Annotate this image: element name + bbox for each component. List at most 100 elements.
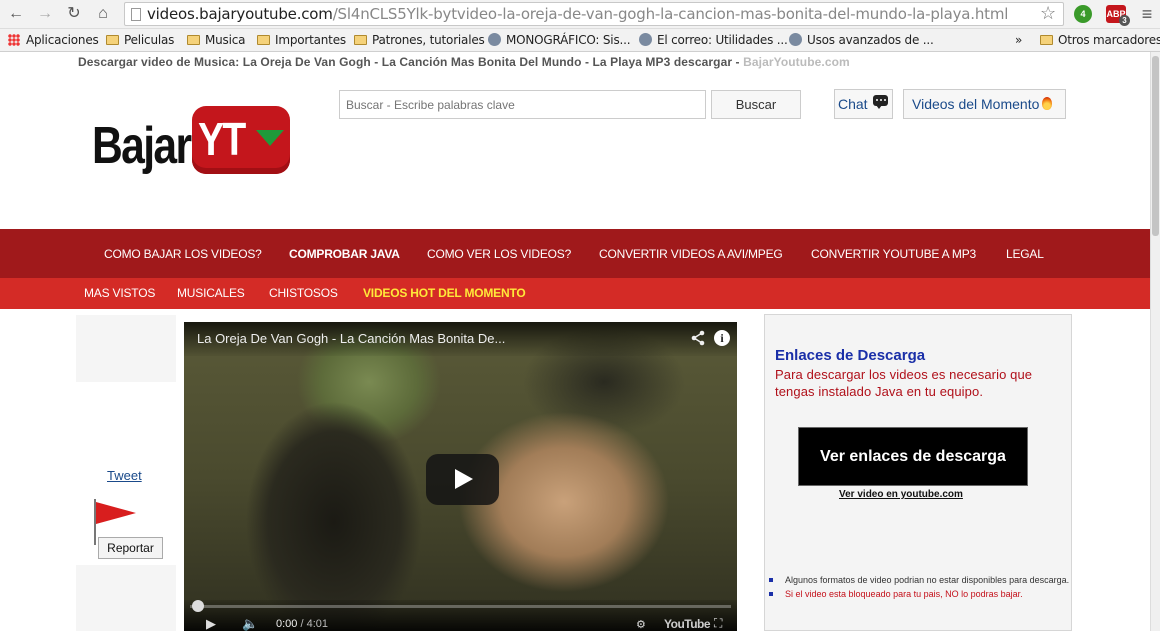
apps-icon bbox=[8, 34, 20, 46]
scroll-thumb[interactable] bbox=[1152, 56, 1159, 236]
download-description: Para descargar los videos es necesario q… bbox=[775, 367, 1033, 399]
search-input[interactable] bbox=[339, 90, 706, 119]
videos-momento-button[interactable]: Videos del Momento bbox=[903, 89, 1066, 119]
nav-convertir-avi[interactable]: CONVERTIR VIDEOS A AVI/MPEG bbox=[599, 247, 783, 261]
download-title: Enlaces de Descarga bbox=[775, 347, 926, 364]
logo-badge: YT bbox=[192, 106, 290, 174]
bookmark-correo[interactable]: El correo: Utilidades ... bbox=[639, 33, 788, 47]
bookmark-importantes[interactable]: Importantes bbox=[257, 33, 346, 47]
folder-icon bbox=[354, 35, 367, 45]
bookmark-star-icon[interactable]: ☆ bbox=[1040, 3, 1056, 24]
youtube-logo[interactable]: YouTube bbox=[664, 617, 711, 631]
progress-bar[interactable] bbox=[190, 600, 731, 612]
flag-pole bbox=[94, 499, 96, 545]
bookmark-otros[interactable]: Otros marcadores bbox=[1040, 33, 1160, 47]
nav-mas-vistos[interactable]: MAS VISTOS bbox=[84, 286, 155, 300]
headline-text: Descargar video de Musica: La Oreja De V… bbox=[78, 55, 740, 69]
nav-como-ver[interactable]: COMO VER LOS VIDEOS? bbox=[427, 247, 571, 261]
download-notes: Algunos formatos de video podrian no est… bbox=[769, 573, 1075, 601]
bookmark-label: MONOGRÁFICO: Sis... bbox=[506, 33, 631, 47]
note-text: Algunos formatos de video podrian no est… bbox=[785, 575, 1070, 585]
bookmark-label: Importantes bbox=[275, 33, 346, 47]
info-icon[interactable]: i bbox=[714, 330, 730, 346]
page-scrollbar[interactable] bbox=[1150, 52, 1160, 631]
browser-toolbar: ← → ↻ ⌂ videos.bajaryoutube.com/Sl4nCLS5… bbox=[0, 0, 1160, 29]
nav-convertir-mp3[interactable]: CONVERTIR YOUTUBE A MP3 bbox=[811, 247, 976, 261]
bookmark-label: Patrones, tutoriales bbox=[372, 33, 485, 47]
page-headline: Descargar video de Musica: La Oreja De V… bbox=[78, 55, 850, 69]
scrubber-handle[interactable] bbox=[192, 600, 204, 612]
current-time: 0:00 bbox=[276, 618, 298, 630]
address-bar[interactable]: videos.bajaryoutube.com/Sl4nCLS5Ylk-bytv… bbox=[124, 2, 1064, 26]
download-arrow-icon bbox=[256, 130, 284, 146]
nav-musicales[interactable]: MUSICALES bbox=[177, 286, 245, 300]
adblock-count: 3 bbox=[1122, 16, 1127, 25]
bullet-icon bbox=[769, 578, 773, 582]
extension-badge: 4 bbox=[1080, 9, 1086, 19]
duration: / 4:01 bbox=[300, 618, 329, 630]
bookmarks-bar: Aplicaciones Peliculas Musica Importante… bbox=[0, 29, 1160, 52]
nav-comprobar-java[interactable]: COMPROBAR JAVA bbox=[289, 247, 400, 261]
bookmark-usos[interactable]: Usos avanzados de ... bbox=[789, 33, 934, 47]
globe-icon bbox=[488, 33, 501, 46]
nav-legal[interactable]: LEGAL bbox=[1006, 247, 1044, 261]
globe-icon bbox=[789, 33, 802, 46]
folder-icon bbox=[257, 35, 270, 45]
logo-text: Bajar bbox=[92, 117, 192, 175]
folder-icon bbox=[187, 35, 200, 45]
search-button[interactable]: Buscar bbox=[711, 90, 801, 119]
url-host: videos.bajaryoutube.com bbox=[147, 5, 333, 23]
note-formats: Algunos formatos de video podrian no est… bbox=[769, 573, 1075, 587]
globe-icon bbox=[639, 33, 652, 46]
tweet-link[interactable]: Tweet bbox=[107, 468, 142, 483]
page-icon bbox=[131, 8, 141, 21]
volume-icon[interactable]: 🔈 bbox=[242, 616, 258, 631]
nav-como-bajar[interactable]: COMO BAJAR LOS VIDEOS? bbox=[104, 247, 262, 261]
settings-icon[interactable]: ⚙ bbox=[636, 618, 646, 631]
download-links-button[interactable]: Ver enlaces de descarga bbox=[798, 427, 1028, 486]
time-display: 0:00 / 4:01 bbox=[276, 618, 328, 630]
chat-bubble-icon bbox=[873, 95, 888, 109]
menu-icon[interactable]: ≡ bbox=[1136, 3, 1158, 25]
bookmark-apps[interactable]: Aplicaciones bbox=[8, 33, 99, 47]
reload-icon[interactable]: ↻ bbox=[63, 3, 85, 25]
bookmark-label: El correo: Utilidades ... bbox=[657, 33, 788, 47]
bookmark-monografico[interactable]: MONOGRÁFICO: Sis... bbox=[488, 33, 631, 47]
chat-label: Chat bbox=[838, 96, 868, 112]
chat-button[interactable]: Chat bbox=[834, 89, 893, 119]
bookmark-patrones[interactable]: Patrones, tutoriales bbox=[354, 33, 485, 47]
url-path: /Sl4nCLS5Ylk-bytvideo-la-oreja-de-van-go… bbox=[332, 5, 1009, 23]
video-title[interactable]: La Oreja De Van Gogh - La Canción Mas Bo… bbox=[197, 331, 505, 346]
bookmark-label: Usos avanzados de ... bbox=[807, 33, 934, 47]
play-icon[interactable] bbox=[426, 454, 499, 505]
bookmark-peliculas[interactable]: Peliculas bbox=[106, 33, 174, 47]
bookmarks-overflow[interactable]: » bbox=[1015, 33, 1022, 47]
bullet-icon bbox=[769, 592, 773, 596]
home-icon[interactable]: ⌂ bbox=[92, 3, 114, 25]
adblock-badge: 3 bbox=[1119, 15, 1130, 26]
youtube-link[interactable]: Ver video en youtube.com bbox=[839, 489, 963, 500]
bookmark-musica[interactable]: Musica bbox=[187, 33, 245, 47]
folder-icon bbox=[1040, 35, 1053, 45]
fullscreen-icon[interactable]: ⛶ bbox=[714, 616, 722, 631]
note-blocked: Si el video esta bloqueado para tu pais,… bbox=[769, 587, 1075, 601]
video-controls: ▶ 🔈 0:00 / 4:01 ⚙ YouTube ⛶ bbox=[184, 600, 737, 631]
play-small-icon[interactable]: ▶ bbox=[206, 616, 216, 631]
forward-icon[interactable]: → bbox=[34, 3, 56, 25]
logo-yt: YT bbox=[198, 113, 246, 165]
primary-nav: COMO BAJAR LOS VIDEOS? COMPROBAR JAVA CO… bbox=[0, 229, 1150, 278]
nav-videos-hot[interactable]: VIDEOS HOT DEL MOMENTO bbox=[363, 286, 526, 300]
bookmark-label: Musica bbox=[205, 33, 246, 47]
extension-icon[interactable]: 4 bbox=[1074, 5, 1092, 23]
nav-chistosos[interactable]: CHISTOSOS bbox=[269, 286, 338, 300]
folder-icon bbox=[106, 35, 119, 45]
headline-brand: BajarYoutube.com bbox=[743, 55, 850, 69]
videos-momento-label: Videos del Momento bbox=[912, 96, 1040, 112]
back-icon[interactable]: ← bbox=[5, 3, 27, 25]
fire-icon bbox=[1042, 97, 1053, 110]
video-player[interactable]: La Oreja De Van Gogh - La Canción Mas Bo… bbox=[184, 322, 737, 631]
bookmark-label: Aplicaciones bbox=[26, 33, 99, 47]
download-panel: Enlaces de Descarga Para descargar los v… bbox=[764, 314, 1072, 631]
report-button[interactable]: Reportar bbox=[98, 537, 163, 559]
share-icon[interactable] bbox=[690, 330, 706, 346]
